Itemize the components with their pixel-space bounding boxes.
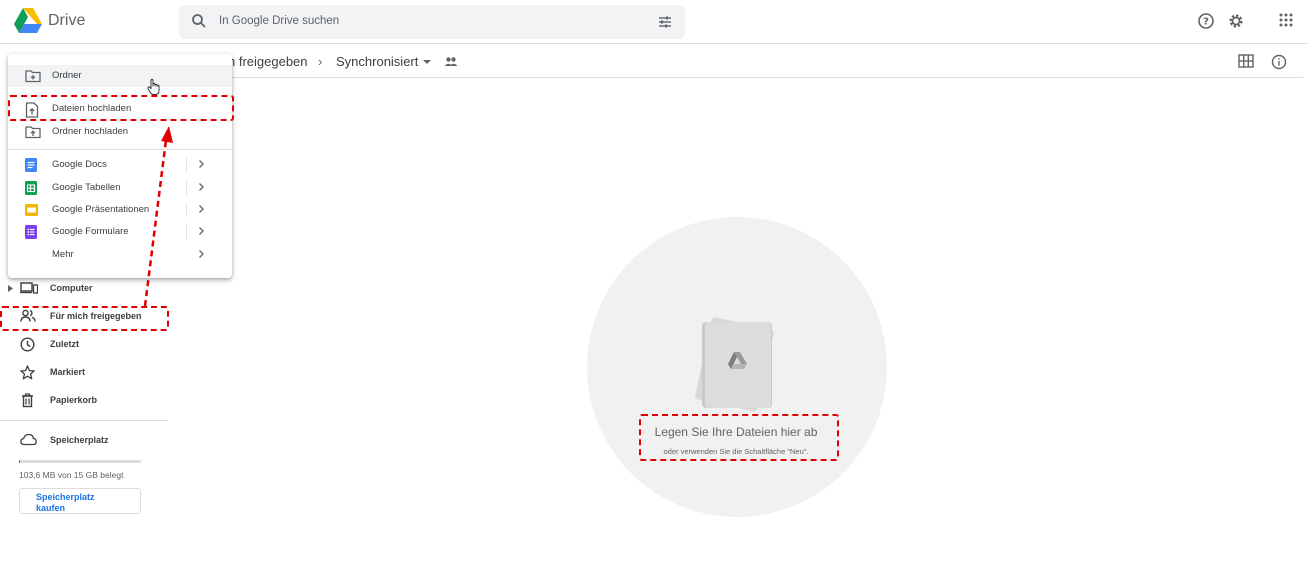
menu-item-google-slides[interactable]: Google Präsentationen (8, 199, 232, 221)
menu-item-label: Ordner (52, 70, 82, 81)
hand-cursor-icon (147, 79, 160, 95)
star-icon (20, 365, 35, 380)
sidebar-item-label: Markiert (50, 367, 86, 377)
buy-storage-label: Speicherplatz kaufen (36, 492, 95, 513)
sidebar-item-label: Papierkorb (50, 395, 98, 405)
menu-divider (186, 203, 187, 217)
chevron-right-icon[interactable] (198, 226, 205, 236)
menu-divider (8, 149, 232, 150)
highlight-upload-files (8, 95, 234, 121)
highlight-drop-zone (639, 414, 839, 461)
drive-files-illustration-icon (695, 317, 774, 412)
apps-grid-icon[interactable] (1278, 12, 1294, 28)
chevron-right-icon[interactable] (198, 249, 205, 259)
sidebar-item-storage[interactable]: Speicherplatz (0, 429, 168, 453)
shared-folder-people-icon (444, 57, 458, 66)
breadcrumb-parent[interactable]: n freigegeben (228, 54, 308, 69)
sidebar-item-recent[interactable]: Zuletzt (0, 333, 168, 357)
menu-divider (186, 158, 187, 172)
breadcrumb: n freigegeben › Synchronisiert (168, 45, 1307, 78)
breadcrumb-current[interactable]: Synchronisiert (336, 54, 418, 69)
menu-item-new-folder[interactable]: Ordner (8, 65, 232, 87)
drive-logo-icon (14, 8, 42, 33)
menu-item-more[interactable]: Mehr (8, 244, 232, 266)
clock-icon (20, 337, 35, 352)
expand-arrow-icon[interactable] (8, 285, 13, 292)
cloud-icon (20, 433, 37, 446)
sidebar-item-starred[interactable]: Markiert (0, 361, 168, 385)
menu-item-label: Mehr (52, 249, 74, 260)
storage-progress-bar (19, 460, 141, 463)
menu-item-label: Google Formulare (52, 226, 129, 237)
menu-item-folder-upload[interactable]: Ordner hochladen (8, 121, 232, 143)
highlight-shared-with-me (0, 306, 169, 331)
chevron-right-icon[interactable] (198, 182, 205, 192)
sidebar-item-trash[interactable]: Papierkorb (0, 389, 168, 413)
google-sheets-icon (25, 181, 37, 195)
divider (0, 420, 168, 421)
menu-item-label: Google Präsentationen (52, 204, 150, 215)
google-slides-icon (25, 204, 38, 216)
help-icon[interactable]: ? (1197, 12, 1215, 30)
breadcrumb-separator: › (318, 54, 323, 69)
annotation-arrow (143, 126, 173, 307)
new-folder-icon (25, 70, 41, 83)
sidebar-item-label: Zuletzt (50, 339, 79, 349)
svg-text:?: ? (1203, 17, 1209, 28)
caret-down-icon[interactable] (423, 59, 431, 65)
drive-logo[interactable]: Drive (14, 8, 85, 33)
folder-upload-icon (25, 126, 41, 139)
menu-item-label: Google Tabellen (52, 182, 121, 193)
sidebar-item-label: Speicherplatz (50, 435, 109, 445)
grid-view-icon[interactable] (1238, 54, 1254, 68)
menu-item-label: Ordner hochladen (52, 126, 129, 137)
google-docs-icon (25, 158, 37, 172)
chevron-right-icon[interactable] (198, 159, 205, 169)
new-item-menu: Ordner Dateien hochladen Ordner hochlade… (8, 54, 232, 278)
menu-item-google-forms[interactable]: Google Formulare (8, 221, 232, 243)
scrollbar[interactable] (1303, 44, 1307, 583)
buy-storage-button[interactable]: Speicherplatz kaufen (19, 488, 141, 514)
search-options-icon[interactable] (657, 14, 673, 30)
search-bar[interactable]: In Google Drive suchen (179, 5, 685, 39)
app-name: Drive (48, 11, 86, 29)
menu-item-label: Google Docs (52, 159, 107, 170)
menu-item-google-sheets[interactable]: Google Tabellen (8, 177, 232, 199)
chevron-right-icon[interactable] (198, 204, 205, 214)
menu-divider (186, 181, 187, 195)
sidebar-item-label: Computer (50, 283, 93, 293)
search-icon[interactable] (191, 13, 207, 29)
top-bar: Drive In Google Drive suchen ? (0, 0, 1307, 44)
computer-icon (20, 282, 38, 294)
menu-item-google-docs[interactable]: Google Docs (8, 154, 232, 176)
storage-progress-fill (19, 460, 21, 463)
info-icon[interactable] (1271, 54, 1287, 70)
google-forms-icon (25, 225, 37, 239)
search-input[interactable]: In Google Drive suchen (219, 15, 339, 27)
trash-icon (22, 393, 33, 408)
gear-icon[interactable] (1227, 12, 1245, 30)
storage-usage-text: 103,6 MB von 15 GB belegt (19, 470, 124, 480)
menu-divider (186, 225, 187, 239)
